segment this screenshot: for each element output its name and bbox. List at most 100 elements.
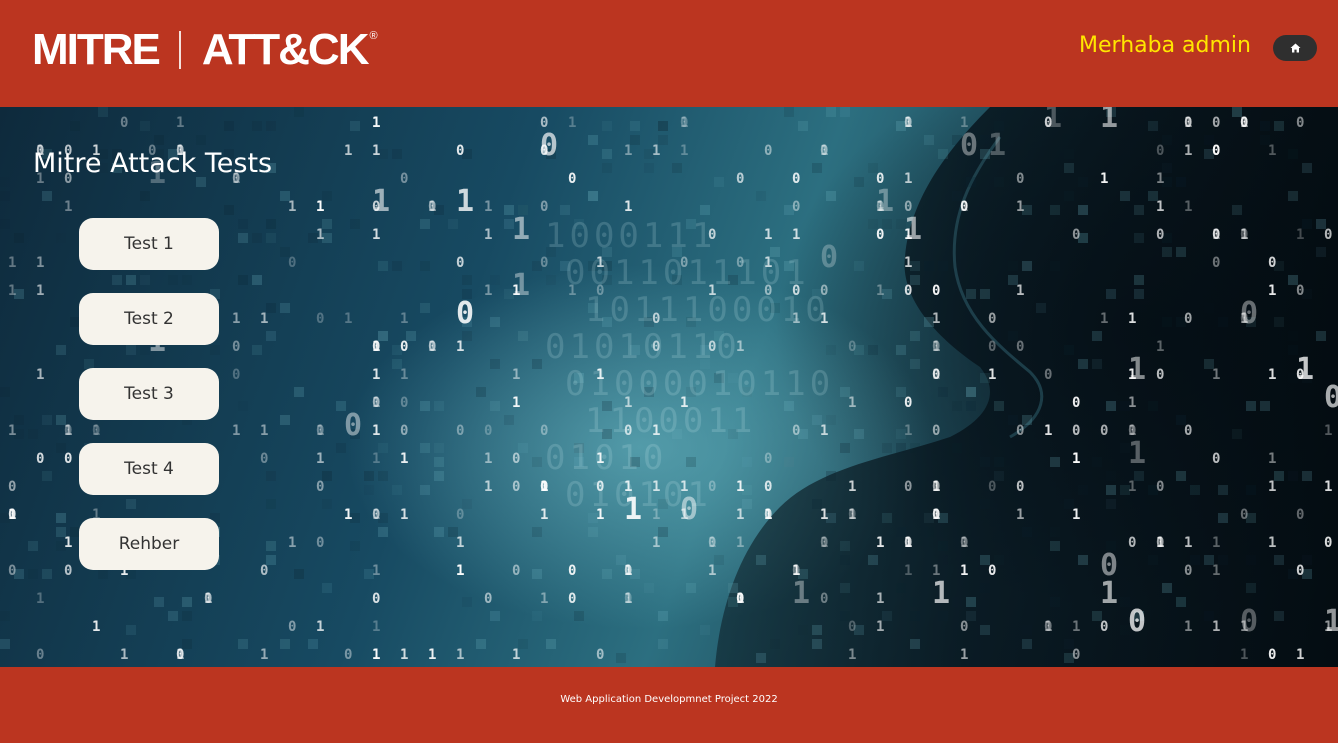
svg-text:1: 1 [372,367,380,383]
svg-text:1: 1 [568,283,576,299]
svg-text:0: 0 [596,647,604,663]
svg-text:1: 1 [400,451,408,467]
svg-text:0: 0 [652,311,660,327]
logo-registered-mark: ® [369,30,378,42]
svg-text:1: 1 [372,395,380,411]
top-header: MITRE ATT&CK ® Merhaba admin [0,0,1338,107]
svg-text:1: 1 [344,507,352,523]
svg-text:1: 1 [652,535,660,551]
svg-text:0: 0 [372,507,380,523]
svg-text:1: 1 [484,199,492,215]
svg-text:0: 0 [540,115,548,131]
svg-text:0: 0 [372,199,380,215]
mitre-attck-logo[interactable]: MITRE ATT&CK ® [32,28,378,72]
home-button[interactable] [1273,35,1317,61]
svg-text:1: 1 [176,647,184,663]
test-1-button[interactable]: Test 1 [79,218,219,270]
svg-text:0: 0 [540,479,548,495]
svg-text:1: 1 [456,339,464,355]
svg-text:0: 0 [260,563,268,579]
svg-text:0: 0 [8,479,16,495]
svg-text:1: 1 [512,647,520,663]
svg-text:1: 1 [484,479,492,495]
svg-text:1: 1 [540,591,548,607]
page-title: Mitre Attack Tests [33,148,273,179]
svg-text:0: 0 [540,199,548,215]
page-footer: Web Application Developmnet Project 2022 [0,667,1338,743]
svg-text:1: 1 [92,619,100,635]
svg-text:1: 1 [596,367,604,383]
svg-text:0: 0 [512,563,520,579]
svg-text:1: 1 [316,199,324,215]
svg-text:1000111: 1000111 [545,216,716,256]
svg-text:1: 1 [232,423,240,439]
test-3-button[interactable]: Test 3 [79,368,219,420]
svg-text:1: 1 [484,451,492,467]
svg-text:0: 0 [624,591,632,607]
svg-text:0: 0 [456,423,464,439]
rehber-button[interactable]: Rehber [79,518,219,570]
svg-text:1: 1 [372,647,380,663]
svg-text:1: 1 [372,507,380,523]
svg-text:0: 0 [456,296,474,331]
svg-text:0: 0 [484,423,492,439]
footer-text: Web Application Developmnet Project 2022 [560,694,778,705]
svg-text:1: 1 [372,563,380,579]
svg-text:0: 0 [428,199,436,215]
svg-text:0: 0 [344,647,352,663]
svg-text:1: 1 [8,283,16,299]
svg-text:0: 0 [540,143,548,159]
svg-text:0: 0 [596,479,604,495]
svg-text:0: 0 [316,479,324,495]
svg-text:0: 0 [512,451,520,467]
svg-text:0: 0 [64,423,72,439]
svg-text:1: 1 [372,184,390,219]
svg-text:1: 1 [624,492,642,527]
svg-text:1: 1 [344,311,352,327]
svg-text:0: 0 [512,479,520,495]
svg-text:0: 0 [316,423,324,439]
svg-text:1: 1 [288,199,296,215]
svg-text:1: 1 [8,507,16,523]
hooded-figure-image [715,107,1338,667]
svg-text:0: 0 [92,423,100,439]
svg-text:1: 1 [512,268,530,303]
svg-text:1: 1 [316,619,324,635]
hero-background: 0001110101111111111101111010001111011110… [0,107,1338,667]
svg-text:0: 0 [568,171,576,187]
svg-text:1: 1 [400,647,408,663]
svg-text:0: 0 [624,563,632,579]
svg-text:1: 1 [36,591,44,607]
svg-text:0: 0 [568,591,576,607]
logo-mitre-text: MITRE [32,25,161,74]
test-2-button[interactable]: Test 2 [79,293,219,345]
svg-text:010101: 010101 [565,475,712,515]
svg-text:0: 0 [680,492,698,527]
svg-text:0: 0 [680,255,688,271]
svg-text:1: 1 [540,507,548,523]
svg-text:0: 0 [316,535,324,551]
svg-text:1: 1 [372,227,380,243]
svg-text:1: 1 [288,535,296,551]
svg-text:1: 1 [596,507,604,523]
test-4-button[interactable]: Test 4 [79,443,219,495]
svg-text:1: 1 [624,479,632,495]
svg-text:0: 0 [232,339,240,355]
svg-text:0: 0 [652,339,660,355]
svg-text:0: 0 [372,339,380,355]
svg-text:1: 1 [624,563,632,579]
svg-text:0: 0 [428,339,436,355]
svg-text:1: 1 [372,115,380,131]
svg-text:1: 1 [680,115,688,131]
svg-text:1: 1 [652,143,660,159]
svg-text:1: 1 [680,395,688,411]
svg-text:1: 1 [568,115,576,131]
svg-text:0: 0 [400,171,408,187]
svg-text:1: 1 [596,451,604,467]
svg-text:1: 1 [260,647,268,663]
svg-text:1: 1 [624,199,632,215]
svg-text:1: 1 [680,395,688,411]
svg-text:1: 1 [64,199,72,215]
svg-text:0: 0 [540,143,548,159]
svg-text:0: 0 [400,395,408,411]
